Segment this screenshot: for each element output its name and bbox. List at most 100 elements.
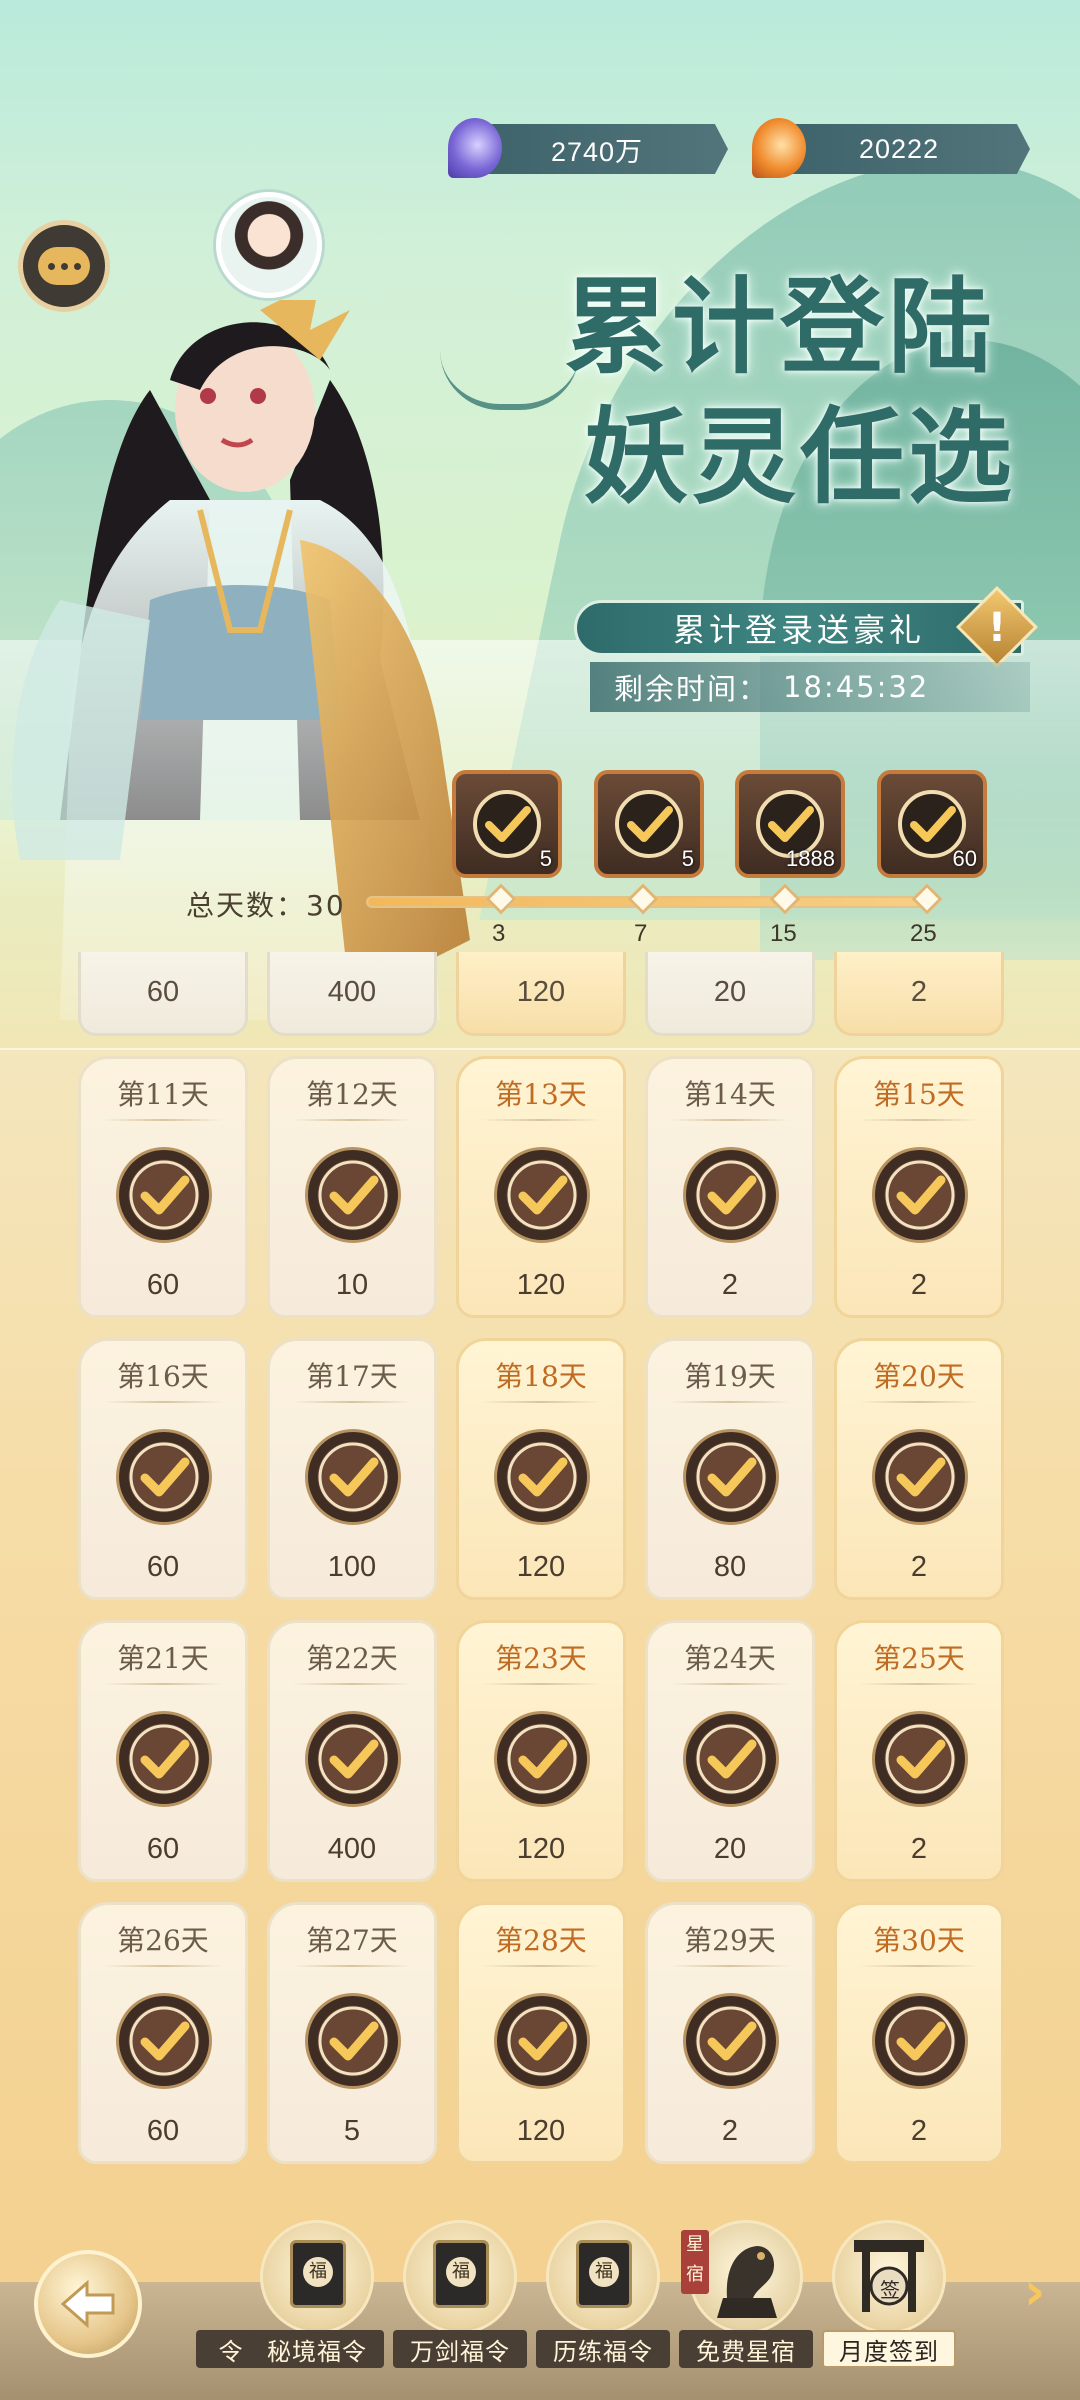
card-divider: [103, 1965, 223, 1967]
check-icon: [885, 1442, 955, 1512]
book-glyph: 福: [303, 2257, 333, 2287]
card-divider: [103, 1119, 223, 1121]
chest-qty: 60: [952, 846, 977, 871]
chevron-right-icon[interactable]: ›: [1024, 2262, 1064, 2322]
day-card[interactable]: 第28天 120: [456, 1902, 626, 2164]
day-card[interactable]: 第17天 100: [267, 1338, 437, 1600]
day-label: 第14天: [684, 1078, 776, 1111]
reward-amount: 400: [327, 1833, 377, 1865]
day-card[interactable]: 第21天 60: [78, 1620, 248, 1882]
gold-counter[interactable]: 20222: [768, 124, 1030, 174]
card-divider: [670, 1683, 790, 1685]
day-card[interactable]: 第16天 60: [78, 1338, 248, 1600]
day-card[interactable]: 第18天 120: [456, 1338, 626, 1600]
reward-amount: 400: [327, 976, 377, 1008]
tab-label: 免费星宿: [679, 2330, 813, 2368]
day-card-partial[interactable]: 60: [78, 952, 248, 1036]
card-divider: [292, 1401, 412, 1403]
title-line-2: 妖灵任选: [583, 395, 1016, 518]
card-divider: [859, 1683, 979, 1685]
card-divider: [481, 1683, 601, 1685]
day-label: 第21天: [117, 1642, 209, 1675]
reward-item: [305, 1993, 401, 2089]
day-card[interactable]: 第30天 2: [834, 1902, 1004, 2164]
back-button[interactable]: [34, 2250, 142, 2358]
reward-amount: 2: [721, 2115, 739, 2147]
day-label: 第15天: [873, 1078, 965, 1111]
purple-flame-icon: [448, 118, 502, 178]
day-card[interactable]: 第19天 80: [645, 1338, 815, 1600]
chat-button[interactable]: [18, 220, 110, 312]
check-icon: [696, 1160, 766, 1230]
back-arrow-icon: [60, 2279, 115, 2329]
day-label: 第19天: [684, 1360, 776, 1393]
day-label: 第28天: [495, 1924, 587, 1957]
card-divider: [292, 1965, 412, 1967]
check-icon: [885, 1724, 955, 1794]
reward-item: [683, 1993, 779, 2089]
day-label: 第20天: [873, 1360, 965, 1393]
tab-sword[interactable]: 福 万剑福令: [393, 2220, 527, 2370]
day-label: 第17天: [306, 1360, 398, 1393]
remaining-time: 18:45:32: [783, 670, 930, 704]
tab-monthly-signin[interactable]: 签 月度签到: [822, 2220, 956, 2370]
event-title: 累计登陆 妖灵任选: [500, 262, 1060, 522]
milestone-chest[interactable]: 5: [594, 770, 704, 878]
gold-amount: 20222: [858, 133, 940, 164]
reward-amount: 100: [327, 1551, 377, 1583]
day-card-partial[interactable]: 120: [456, 952, 626, 1036]
check-icon: [885, 1160, 955, 1230]
tab-free-constellation[interactable]: 星宿 免费星宿: [679, 2220, 813, 2370]
tab-training[interactable]: 福 历练福令: [536, 2220, 670, 2370]
book-glyph: 福: [589, 2257, 619, 2287]
day-card-partial[interactable]: 20: [645, 952, 815, 1036]
tab-label: 秘境福令: [250, 2330, 384, 2368]
milestone-chest[interactable]: 5: [452, 770, 562, 878]
card-divider: [481, 1119, 601, 1121]
day-card[interactable]: 第27天 5: [267, 1902, 437, 2164]
card-divider: [103, 1401, 223, 1403]
reward-amount: 2: [910, 1551, 928, 1583]
card-divider: [859, 1119, 979, 1121]
tab-label: 月度签到: [822, 2330, 956, 2368]
day-card[interactable]: 第14天 2: [645, 1056, 815, 1318]
day-label: 第24天: [684, 1642, 776, 1675]
avatar[interactable]: [216, 192, 322, 298]
card-divider: [481, 1401, 601, 1403]
token-book-icon: 福: [576, 2240, 632, 2308]
tab-label: 万剑福令: [393, 2330, 527, 2368]
remaining-time-bar: 剩余时间： 18:45:32: [590, 662, 1030, 712]
day-card[interactable]: 第25天 2: [834, 1620, 1004, 1882]
day-label: 第27天: [306, 1924, 398, 1957]
check-icon: [885, 2006, 955, 2076]
milestone-chest[interactable]: 1888: [735, 770, 845, 878]
reward-item: [116, 1429, 212, 1525]
reward-item: [494, 1147, 590, 1243]
tab-secret-realm[interactable]: 福 秘境福令: [250, 2220, 384, 2370]
day-card[interactable]: 第26天 60: [78, 1902, 248, 2164]
day-card-partial[interactable]: 2: [834, 952, 1004, 1036]
exclamation-icon: !: [987, 605, 1007, 651]
reward-amount: 5: [343, 2115, 361, 2147]
reward-item: [872, 1711, 968, 1807]
day-card[interactable]: 第22天 400: [267, 1620, 437, 1882]
reward-item: [305, 1711, 401, 1807]
day-label: 第25天: [873, 1642, 965, 1675]
milestone-chest[interactable]: 60: [877, 770, 987, 878]
day-label: 第13天: [495, 1078, 587, 1111]
day-card[interactable]: 第29天 2: [645, 1902, 815, 2164]
day-card[interactable]: 第13天 120: [456, 1056, 626, 1318]
card-divider: [103, 1683, 223, 1685]
day-card-partial[interactable]: 400: [267, 952, 437, 1036]
reward-item: [116, 1993, 212, 2089]
day-card[interactable]: 第20天 2: [834, 1338, 1004, 1600]
day-card[interactable]: 第24天 20: [645, 1620, 815, 1882]
day-card[interactable]: 第15天 2: [834, 1056, 1004, 1318]
reward-amount: 2: [721, 1269, 739, 1301]
day-card[interactable]: 第12天 10: [267, 1056, 437, 1318]
reward-amount: 10: [335, 1269, 369, 1301]
gem-counter[interactable]: 2740万: [466, 124, 728, 174]
day-card[interactable]: 第23天 120: [456, 1620, 626, 1882]
day-card[interactable]: 第11天 60: [78, 1056, 248, 1318]
gem-amount: 2740万: [550, 136, 644, 167]
